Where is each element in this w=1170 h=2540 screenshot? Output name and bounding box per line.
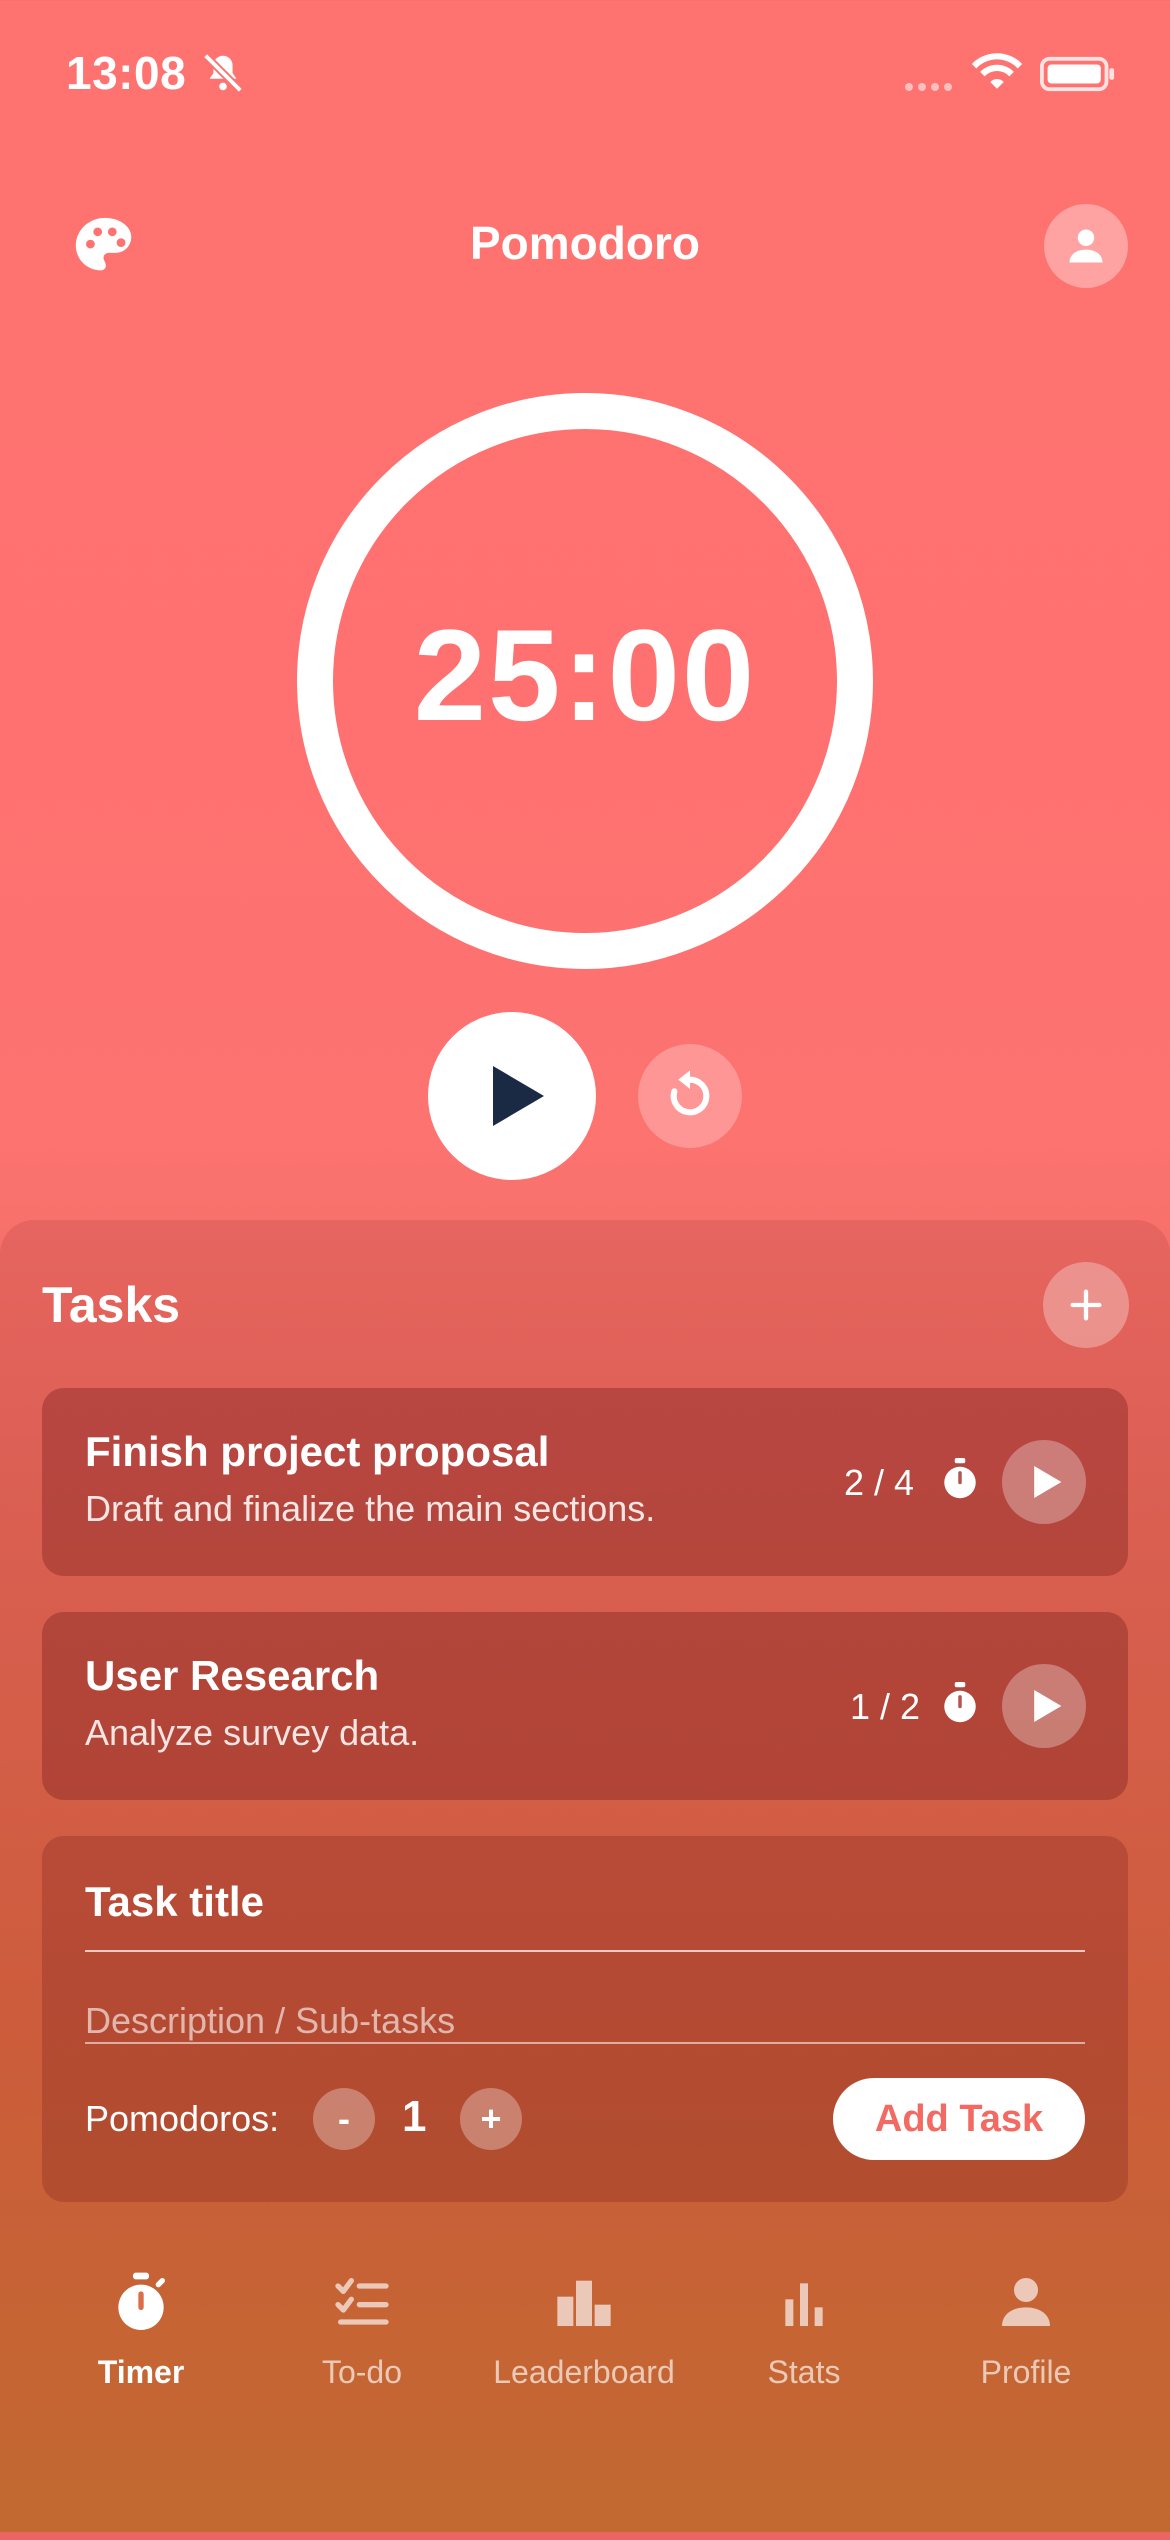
nav-label: Stats bbox=[767, 2354, 841, 2390]
nav-timer[interactable]: Timer bbox=[41, 2270, 241, 2391]
checklist-icon bbox=[335, 2278, 389, 2325]
add-task-button[interactable]: Add Task bbox=[833, 2078, 1085, 2160]
reset-icon bbox=[670, 1070, 710, 1116]
nav-leaderboard[interactable]: Leaderboard bbox=[484, 2270, 684, 2391]
tasks-heading: Tasks bbox=[42, 1277, 181, 1333]
add-task-toggle-button[interactable] bbox=[1043, 1262, 1129, 1348]
wifi-icon bbox=[971, 53, 1023, 89]
task-description: Analyze survey data. bbox=[85, 1712, 420, 1753]
nav-label: Leaderboard bbox=[493, 2354, 675, 2390]
pomodoros-value: 1 bbox=[402, 2092, 427, 2141]
reset-timer-button[interactable] bbox=[638, 1044, 742, 1148]
nav-profile[interactable]: Profile bbox=[926, 2270, 1126, 2391]
task-play-button[interactable] bbox=[1002, 1664, 1086, 1748]
task-pomodoro-count: 1 / 2 bbox=[850, 1686, 921, 1727]
nav-stats[interactable]: Stats bbox=[704, 2270, 904, 2391]
muted-bell-icon bbox=[203, 53, 243, 93]
task-play-button[interactable] bbox=[1002, 1440, 1086, 1524]
task-title: User Research bbox=[85, 1652, 380, 1699]
decrease-pomodoros-button[interactable]: - bbox=[313, 2088, 375, 2150]
nav-label: Profile bbox=[980, 2354, 1072, 2390]
task-description-input[interactable]: Description / Sub-tasks bbox=[85, 2000, 455, 2042]
play-icon bbox=[1034, 1466, 1062, 1498]
play-icon bbox=[1034, 1690, 1062, 1722]
profile-button[interactable] bbox=[1044, 204, 1128, 288]
person-icon bbox=[1002, 2278, 1050, 2326]
task-title-input[interactable]: Task title bbox=[85, 1878, 1085, 1926]
title-underline bbox=[85, 1950, 1085, 1952]
description-underline bbox=[85, 2042, 1085, 2044]
start-timer-button[interactable] bbox=[428, 1012, 596, 1180]
nav-todo[interactable]: To-do bbox=[262, 2270, 462, 2391]
stopwatch-icon bbox=[118, 2272, 165, 2330]
status-time: 13:08 bbox=[66, 47, 187, 99]
increase-pomodoros-button[interactable]: + bbox=[460, 2088, 522, 2150]
stopwatch-icon bbox=[944, 1458, 976, 1499]
plus-icon bbox=[1070, 1289, 1102, 1321]
battery-icon bbox=[1040, 56, 1115, 92]
nav-label: To-do bbox=[321, 2354, 403, 2390]
task-title: Finish project proposal bbox=[85, 1428, 550, 1475]
signal-dots-icon bbox=[905, 78, 957, 96]
task-pomodoro-count: 2 / 4 bbox=[844, 1462, 915, 1503]
nav-label: Timer bbox=[97, 2354, 185, 2390]
timer-display: 25:00 bbox=[413, 602, 757, 748]
stopwatch-icon bbox=[944, 1682, 976, 1723]
stats-icon bbox=[785, 2283, 823, 2326]
person-icon bbox=[1069, 229, 1103, 263]
page-title: Pomodoro bbox=[470, 217, 700, 269]
pomodoros-label: Pomodoros: bbox=[85, 2098, 280, 2139]
play-icon bbox=[493, 1066, 544, 1126]
leaderboard-icon bbox=[557, 2280, 611, 2326]
task-description: Draft and finalize the main sections. bbox=[85, 1488, 656, 1529]
